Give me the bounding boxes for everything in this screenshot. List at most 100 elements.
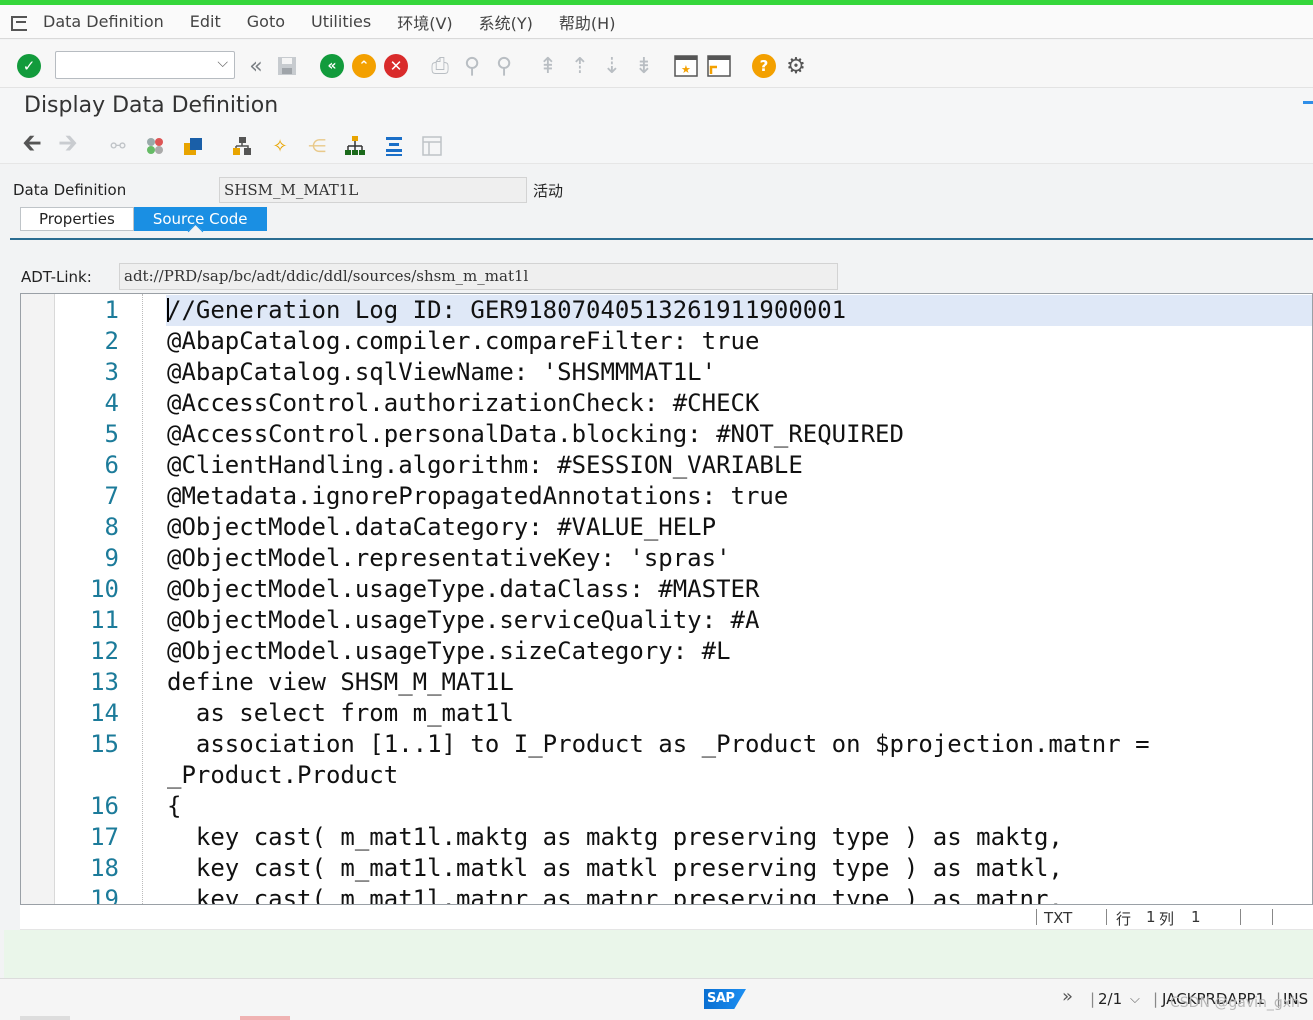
activate-icon[interactable] — [181, 134, 205, 158]
code-text: @AbapCatalog.compiler.compareFilter: tru… — [167, 327, 760, 355]
back-double-chevron-icon[interactable]: « — [244, 54, 268, 79]
enter-icon[interactable]: ✓ — [17, 54, 41, 78]
line-number: 1 — [104, 296, 119, 324]
code-line[interactable]: 5 @AccessControl.personalData.blocking: #… — [21, 419, 1312, 450]
code-text: @AbapCatalog.sqlViewName: 'SHSMMMAT1L' — [167, 358, 717, 386]
status-separator: | — [1153, 990, 1159, 1008]
application-toolbar: 🡰 🡲 ⚯ ✧ ⋲ — [0, 126, 1313, 164]
code-line[interactable]: 11 @ObjectModel.usageType.serviceQuality:… — [21, 605, 1312, 636]
tab-source-code[interactable]: Source Code — [133, 207, 267, 231]
code-text: _Product.Product — [167, 761, 399, 789]
code-line[interactable]: 9 @ObjectModel.representativeKey: 'spras' — [21, 543, 1312, 574]
line-number: 7 — [104, 482, 119, 510]
adt-link-field[interactable]: adt://PRD/sap/bc/adt/ddic/ddl/sources/sh… — [119, 263, 838, 290]
code-line[interactable]: 13 define view SHSM_M_MAT1L — [21, 667, 1312, 698]
help-icon[interactable]: ? — [752, 54, 776, 78]
first-page-icon[interactable]: ⇞ — [536, 54, 560, 79]
session-dropdown-icon[interactable]: ⌵ — [1130, 992, 1140, 1007]
menu-edit[interactable]: Edit — [177, 12, 234, 31]
code-line[interactable]: 6 @ClientHandling.algorithm: #SESSION_VAR… — [21, 450, 1312, 481]
code-text: @ObjectModel.dataCategory: #VALUE_HELP — [167, 513, 717, 541]
menu-utilities[interactable]: Utilities — [298, 12, 384, 31]
code-text: association [1..1] to I_Product as _Prod… — [167, 730, 1150, 758]
code-text: //Generation Log ID: GER9180704051326191… — [167, 296, 847, 324]
code-text: key cast( m_mat1l.matkl as matkl preserv… — [167, 854, 1063, 882]
line-number: 5 — [104, 420, 119, 448]
other-object-icon[interactable]: ⚯ — [106, 134, 130, 158]
source-code-editor[interactable]: 1 //Generation Log ID: GER918070405132619… — [20, 293, 1313, 905]
code-line[interactable]: 1 //Generation Log ID: GER918070405132619… — [21, 295, 1312, 326]
command-field-dropdown-icon[interactable]: ⌵ — [217, 55, 228, 71]
menu-list-icon[interactable] — [8, 12, 32, 32]
tab-strip: Properties Source Code — [20, 207, 267, 231]
line-number: 18 — [90, 854, 119, 882]
page-title: Display Data Definition — [24, 93, 279, 118]
object-list-icon[interactable]: ⋲ — [305, 134, 329, 158]
expand-status-icon[interactable]: » — [1062, 986, 1073, 1007]
settings-icon[interactable]: ⚙ — [784, 54, 808, 79]
line-number: 9 — [104, 544, 119, 572]
menu-help[interactable]: 帮助(H) — [546, 10, 629, 34]
code-text: { — [167, 792, 182, 820]
menu-bar: Data Definition Edit Goto Utilities 环境(V… — [0, 5, 1313, 39]
code-line[interactable]: 7 @Metadata.ignorePropagatedAnnotations: … — [21, 481, 1312, 512]
code-line[interactable]: _Product.Product — [21, 760, 1312, 791]
code-line[interactable]: 17 key cast( m_mat1l.maktg as maktg pres… — [21, 822, 1312, 853]
next-page-icon[interactable]: ⇣ — [600, 54, 624, 79]
editor-mode: TXT — [1044, 909, 1073, 927]
data-definition-field[interactable]: SHSM_M_MAT1L — [219, 177, 527, 203]
code-text: key cast( m_mat1l.matnr as matnr preserv… — [167, 885, 1063, 905]
status-separator — [1240, 909, 1241, 925]
code-line[interactable]: 15 association [1..1] to I_Product as _P… — [21, 729, 1312, 760]
watermark: CSDN @gavin_gxh — [1170, 995, 1300, 1011]
code-line[interactable]: 8 @ObjectModel.dataCategory: #VALUE_HELP — [21, 512, 1312, 543]
create-session-icon[interactable]: ★ — [674, 54, 698, 78]
code-line[interactable]: 14 as select from m_mat1l — [21, 698, 1312, 729]
pretty-printer-icon[interactable] — [382, 134, 406, 158]
code-line[interactable]: 4 @AccessControl.authorizationCheck: #CHE… — [21, 388, 1312, 419]
display-change-icon[interactable] — [143, 134, 167, 158]
save-icon[interactable] — [275, 54, 299, 78]
row-value: 1 — [1146, 908, 1156, 926]
session-number: 2/1 — [1098, 990, 1123, 1008]
where-used-icon[interactable] — [230, 134, 254, 158]
hierarchy-icon[interactable] — [343, 134, 367, 158]
find-next-icon[interactable]: ⚲ — [492, 54, 516, 79]
command-field[interactable]: ⌵ — [55, 51, 235, 79]
find-icon[interactable]: ⚲ — [460, 54, 484, 79]
code-line[interactable]: 19 key cast( m_mat1l.matnr as matnr pres… — [21, 884, 1312, 905]
line-number: 14 — [90, 699, 119, 727]
menu-data-definition[interactable]: Data Definition — [40, 12, 177, 31]
code-line[interactable]: 2 @AbapCatalog.compiler.compareFilter: tr… — [21, 326, 1312, 357]
line-number: 2 — [104, 327, 119, 355]
code-text: key cast( m_mat1l.maktg as maktg preserv… — [167, 823, 1063, 851]
row-label: 行 — [1116, 910, 1132, 928]
tab-properties[interactable]: Properties — [20, 207, 134, 231]
back-arrow-icon[interactable]: 🡰 — [20, 129, 44, 158]
column-label: 列 — [1159, 910, 1175, 928]
code-line[interactable]: 10 @ObjectModel.usageType.dataClass: #MAS… — [21, 574, 1312, 605]
layout-icon[interactable] — [420, 134, 444, 158]
shortcut-icon[interactable] — [707, 54, 731, 78]
previous-page-icon[interactable]: ⇡ — [568, 54, 592, 79]
code-line[interactable]: 16 { — [21, 791, 1312, 822]
status-separator — [1036, 909, 1037, 925]
wizard-icon[interactable]: ✧ — [268, 134, 292, 158]
menu-environment[interactable]: 环境(V) — [384, 10, 465, 34]
title-marker — [1303, 101, 1313, 104]
forward-arrow-icon[interactable]: 🡲 — [56, 129, 80, 158]
footer-area — [4, 930, 1313, 978]
back-icon[interactable]: « — [320, 54, 344, 78]
print-icon[interactable]: ⎙ — [428, 54, 452, 79]
last-page-icon[interactable]: ⇟ — [632, 54, 656, 79]
code-line[interactable]: 18 key cast( m_mat1l.matkl as matkl pres… — [21, 853, 1312, 884]
sap-gui-window: Data Definition Edit Goto Utilities 环境(V… — [0, 0, 1313, 1020]
code-line[interactable]: 3 @AbapCatalog.sqlViewName: 'SHSMMMAT1L' — [21, 357, 1312, 388]
menu-goto[interactable]: Goto — [234, 12, 298, 31]
menu-system[interactable]: 系统(Y) — [466, 10, 546, 34]
status-separator: | — [1090, 990, 1096, 1008]
exit-icon[interactable]: ⌃ — [352, 54, 376, 78]
cancel-icon[interactable]: ✕ — [384, 54, 408, 78]
code-line[interactable]: 12 @ObjectModel.usageType.sizeCategory: #… — [21, 636, 1312, 667]
code-text: @ObjectModel.representativeKey: 'spras' — [167, 544, 731, 572]
